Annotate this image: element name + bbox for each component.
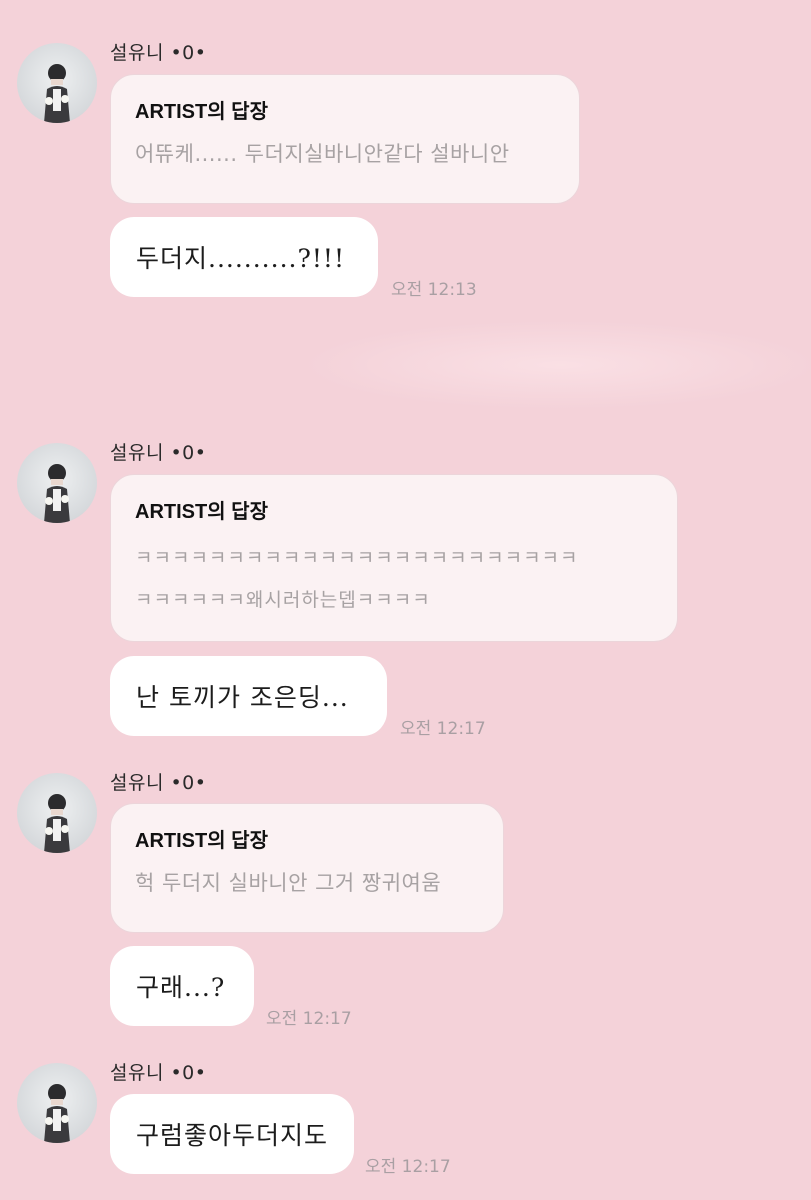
reply-text: 헉 두더지 실바니안 그거 짱귀여움 [135, 871, 442, 895]
avatar-photo [44, 464, 70, 523]
background-smudge [300, 320, 811, 410]
reply-quote[interactable]: ARTIST의 답장 어뜌케...... 두더지실바니안같다 설바니안 [110, 74, 580, 204]
reply-quote[interactable]: ARTIST의 답장 헉 두더지 실바니안 그거 짱귀여움 [110, 803, 504, 933]
avatar[interactable] [17, 443, 97, 523]
reply-title: ARTIST의 답장 [135, 101, 268, 123]
sender-name: 설유니 •0• [110, 42, 207, 64]
sender-name: 설유니 •0• [110, 772, 207, 794]
reply-text: 어뜌케...... 두더지실바니안같다 설바니안 [135, 142, 510, 166]
avatar[interactable] [17, 43, 97, 123]
sender-name: 설유니 •0• [110, 1062, 207, 1084]
timestamp: 오전 12:13 [391, 280, 477, 300]
message-bubble[interactable]: 구럼좋아두더지도 [110, 1094, 354, 1174]
timestamp: 오전 12:17 [266, 1009, 352, 1029]
message-text: 난 토끼가 조은딩... [136, 683, 349, 712]
message-text: 구래...? [136, 973, 226, 1002]
avatar-photo [44, 794, 70, 853]
timestamp: 오전 12:17 [365, 1157, 451, 1177]
message-bubble[interactable]: 구래...? [110, 946, 254, 1026]
reply-title: ARTIST의 답장 [135, 830, 268, 852]
reply-quote[interactable]: ARTIST의 답장 ㅋㅋㅋㅋㅋㅋㅋㅋㅋㅋㅋㅋㅋㅋㅋㅋㅋㅋㅋㅋㅋㅋㅋㅋ ㅋㅋㅋㅋ… [110, 474, 678, 642]
message-bubble[interactable]: 난 토끼가 조은딩... [110, 656, 387, 736]
avatar-photo [44, 64, 70, 123]
message-text: 구럼좋아두더지도 [136, 1121, 329, 1150]
reply-title: ARTIST의 답장 [135, 501, 268, 523]
reply-text: ㅋㅋㅋㅋㅋㅋㅋㅋㅋㅋㅋㅋㅋㅋㅋㅋㅋㅋㅋㅋㅋㅋㅋㅋ ㅋㅋㅋㅋㅋㅋ왜시러하는뎁ㅋㅋㅋ… [135, 547, 579, 611]
avatar-photo [44, 1084, 70, 1143]
timestamp: 오전 12:17 [400, 719, 486, 739]
message-text: 두더지..........?!!! [136, 244, 346, 273]
avatar[interactable] [17, 773, 97, 853]
sender-name: 설유니 •0• [110, 442, 207, 464]
avatar[interactable] [17, 1063, 97, 1143]
message-bubble[interactable]: 두더지..........?!!! [110, 217, 378, 297]
